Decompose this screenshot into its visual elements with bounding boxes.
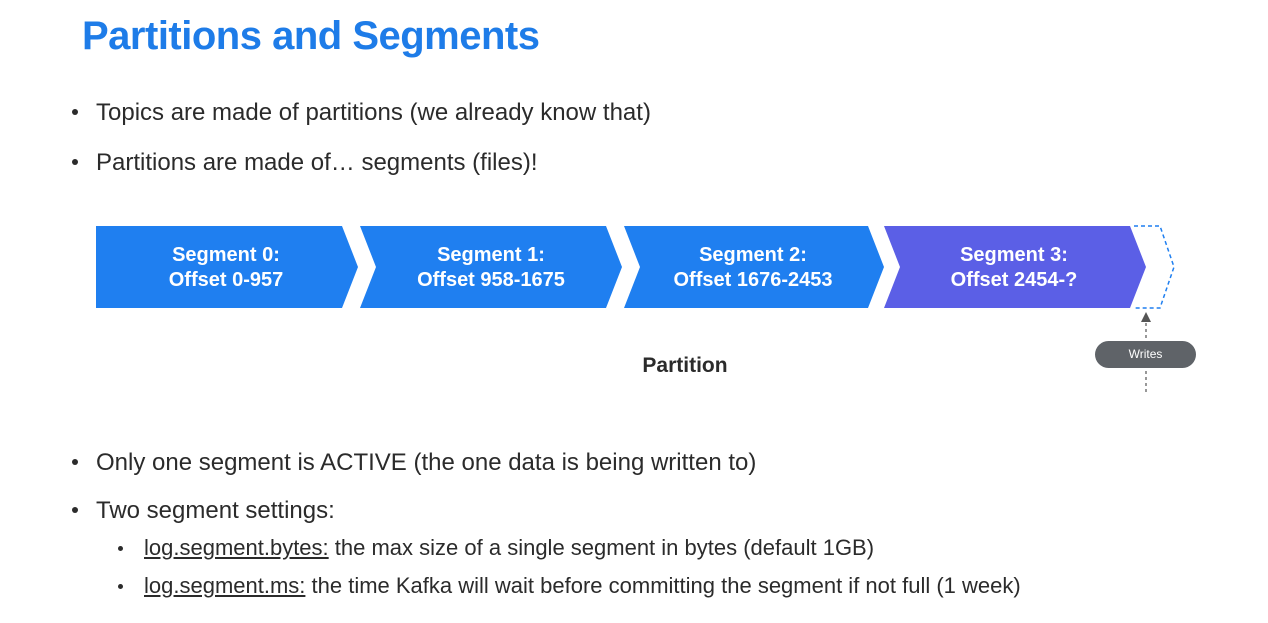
setting-segment-bytes: log.segment.bytes: the max size of a sin… xyxy=(118,533,1021,571)
setting-name: log.segment.bytes: xyxy=(144,535,329,560)
setting-desc: the max size of a single segment in byte… xyxy=(328,535,875,560)
slide-title: Partitions and Segments xyxy=(82,14,540,58)
writes-arrowhead xyxy=(1141,312,1151,322)
setting-name: log.segment.ms: xyxy=(144,573,306,598)
bullet-partitions: Partitions are made of… segments (files)… xyxy=(72,146,651,196)
next-segment-outline xyxy=(1134,225,1175,309)
writes-badge: Writes xyxy=(1095,341,1196,368)
segment-3-arrow xyxy=(884,226,1146,308)
setting-segment-ms: log.segment.ms: the time Kafka will wait… xyxy=(118,571,1021,609)
segment-3-label: Segment 3: Offset 2454-? xyxy=(950,244,1078,291)
segment-0-label: Segment 0: Offset 0-957 xyxy=(168,244,284,291)
segment-1-label: Segment 1: Offset 958-1675 xyxy=(417,244,565,291)
partition-label: Partition xyxy=(642,354,728,377)
setting-desc: the time Kafka will wait before committi… xyxy=(305,573,1021,598)
segment-2-arrow xyxy=(624,226,884,308)
bottom-bullet-list: Only one segment is ACTIVE (the one data… xyxy=(72,446,756,542)
segment-1-arrow xyxy=(360,226,622,308)
settings-list: log.segment.bytes: the max size of a sin… xyxy=(118,533,1021,609)
bullet-topics: Topics are made of partitions (we alread… xyxy=(72,96,651,146)
bullet-active-segment: Only one segment is ACTIVE (the one data… xyxy=(72,446,756,494)
segment-2-label: Segment 2: Offset 1676-2453 xyxy=(673,244,833,291)
top-bullet-list: Topics are made of partitions (we alread… xyxy=(72,96,651,196)
segment-0-arrow xyxy=(96,226,358,308)
